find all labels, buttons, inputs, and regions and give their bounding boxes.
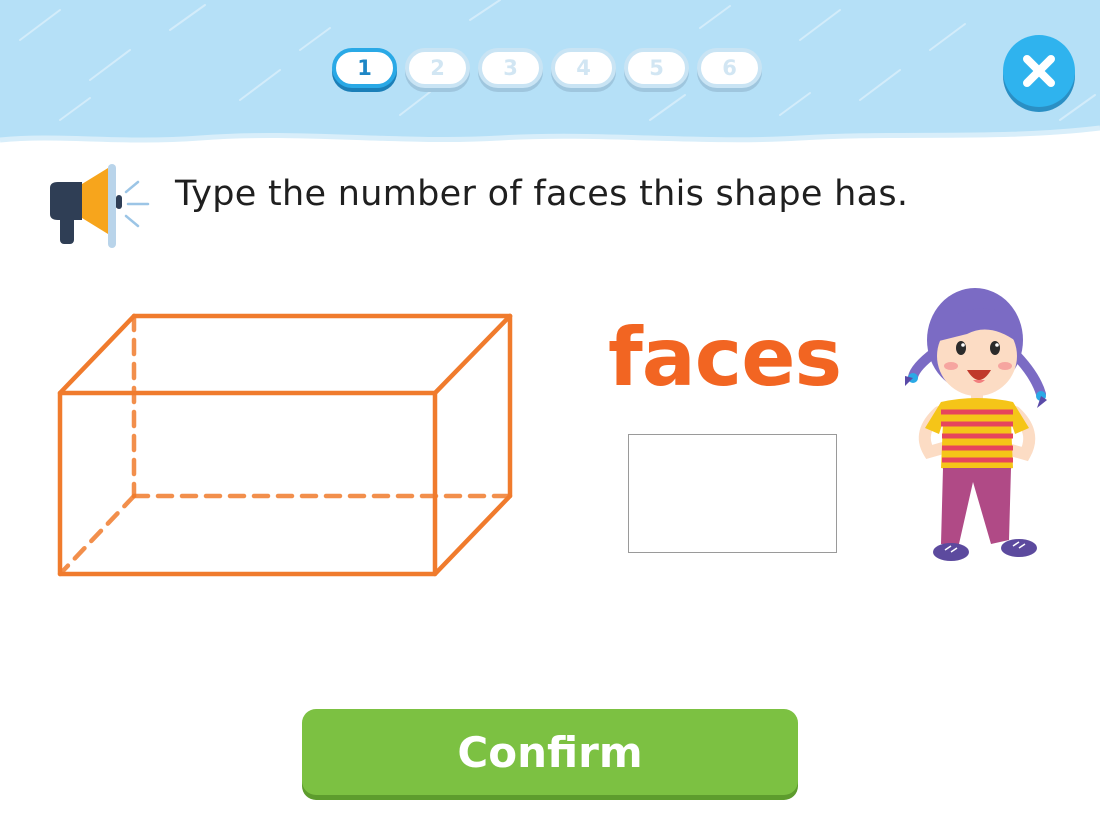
faces-label: faces: [608, 311, 842, 404]
progress-steps: 1 2 3 4 5 6: [332, 48, 762, 88]
confirm-button[interactable]: Confirm: [302, 709, 798, 795]
question-prompt: Type the number of faces this shape has.: [175, 174, 909, 214]
step-2[interactable]: 2: [405, 48, 470, 88]
close-button[interactable]: [1003, 35, 1075, 107]
megaphone-icon: [50, 164, 150, 248]
step-1[interactable]: 1: [332, 48, 397, 88]
close-icon: [1023, 55, 1055, 87]
step-3[interactable]: 3: [478, 48, 543, 88]
girl-character-illustration: [905, 288, 1047, 561]
step-5[interactable]: 5: [624, 48, 689, 88]
answer-input[interactable]: [628, 434, 837, 553]
read-aloud-button[interactable]: [46, 162, 156, 252]
step-4[interactable]: 4: [551, 48, 616, 88]
rectangular-prism-figure: [57, 313, 513, 577]
step-6[interactable]: 6: [697, 48, 762, 88]
